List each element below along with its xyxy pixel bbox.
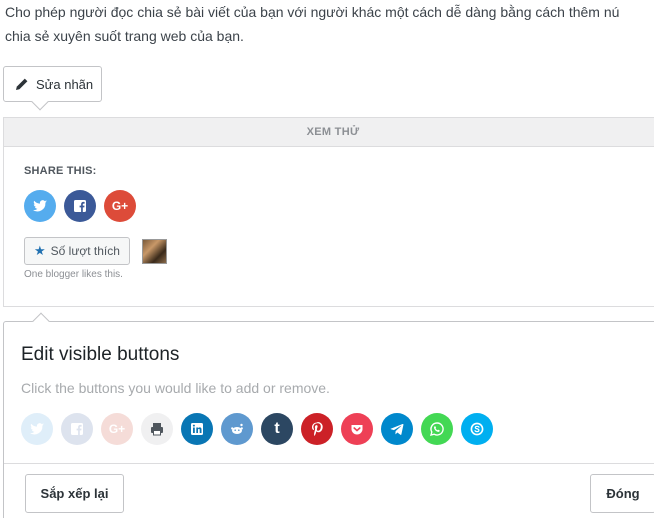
telegram-icon[interactable] <box>381 413 413 445</box>
panel-title: Edit visible buttons <box>21 344 180 365</box>
share-title: SHARE THIS: <box>24 165 97 177</box>
edit-label-button[interactable]: Sửa nhãn <box>3 66 102 102</box>
pocket-icon[interactable] <box>341 413 373 445</box>
twitter-icon[interactable] <box>21 413 53 445</box>
google-plus-icon[interactable]: G+ <box>101 413 133 445</box>
panel-divider <box>4 463 654 464</box>
panel-service-icons: G+ t <box>21 413 493 445</box>
tumblr-icon[interactable]: t <box>261 413 293 445</box>
edit-label-text: Sửa nhãn <box>36 76 94 92</box>
panel-subtitle: Click the buttons you would like to add … <box>21 380 330 396</box>
print-icon[interactable] <box>141 413 173 445</box>
like-button[interactable]: ★ Số lượt thích <box>24 237 130 265</box>
google-plus-icon[interactable]: G+ <box>104 190 136 222</box>
preview-box: XEM THỬ SHARE THIS: G+ ★ Số lượt thích O… <box>3 117 654 307</box>
panel-arrow <box>32 312 50 330</box>
likes-note: One blogger likes this. <box>24 269 123 280</box>
preview-share-icons: G+ <box>24 190 136 222</box>
pinterest-icon[interactable] <box>301 413 333 445</box>
avatar[interactable] <box>141 238 167 264</box>
intro-line-1: Cho phép người đọc chia sẻ bài viết của … <box>5 4 620 20</box>
facebook-icon[interactable] <box>64 190 96 222</box>
reddit-icon[interactable] <box>221 413 253 445</box>
close-button[interactable]: Đóng <box>590 474 654 513</box>
facebook-icon[interactable] <box>61 413 93 445</box>
skype-icon[interactable] <box>461 413 493 445</box>
preview-header: XEM THỬ <box>4 118 654 147</box>
whatsapp-icon[interactable] <box>421 413 453 445</box>
like-row: ★ Số lượt thích <box>24 237 167 265</box>
like-button-label: Số lượt thích <box>50 244 120 258</box>
edit-buttons-panel: Edit visible buttons Click the buttons y… <box>3 312 654 518</box>
star-icon: ★ <box>34 243 46 258</box>
intro-line-2: chia sẻ xuyên suốt trang web của bạn. <box>5 28 244 44</box>
intro-text: Cho phép người đọc chia sẻ bài viết của … <box>5 0 654 48</box>
rearrange-button[interactable]: Sắp xếp lại <box>25 474 124 513</box>
pencil-icon <box>16 78 28 90</box>
twitter-icon[interactable] <box>24 190 56 222</box>
linkedin-icon[interactable] <box>181 413 213 445</box>
